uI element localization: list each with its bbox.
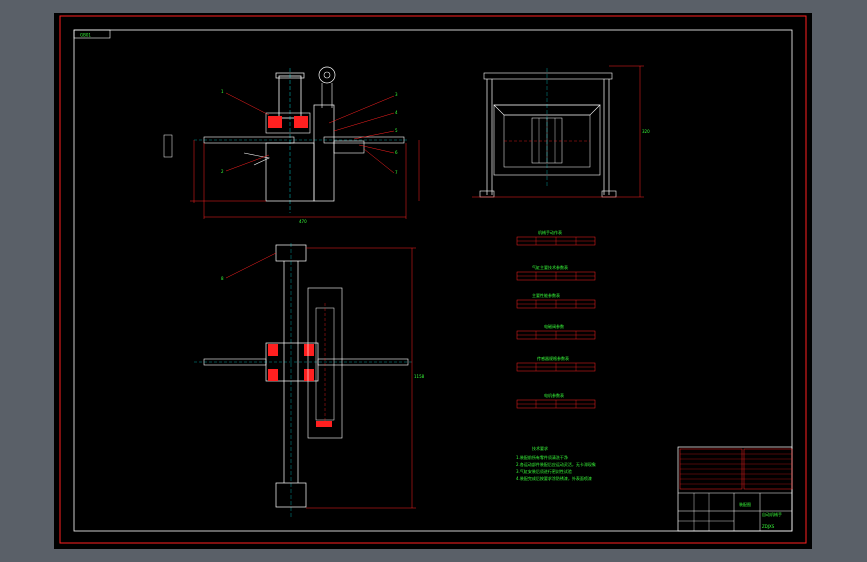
- drawing-number: ZDJXS: [762, 524, 775, 529]
- svg-text:传感器规格参数表: 传感器规格参数表: [537, 355, 569, 361]
- note-1: 1.装配前所有零件须清洗干净: [516, 454, 568, 460]
- callout-3: 3: [395, 92, 398, 97]
- note-2: 2.各运动部件装配后应运动灵活，无卡滞现象: [516, 461, 596, 467]
- dimension-length: 1158: [414, 374, 425, 379]
- svg-text:电磁阀参数: 电磁阀参数: [544, 323, 564, 329]
- inner-border: [73, 29, 793, 532]
- title-block: 装配图 自动机械手 ZDJXS: [677, 446, 793, 532]
- table-1: 机械手动作表: [516, 229, 596, 246]
- title-block-product: 自动机械手: [762, 511, 782, 517]
- svg-text:气缸主要技术参数表: 气缸主要技术参数表: [532, 264, 568, 270]
- table-4: 电磁阀参数: [516, 323, 596, 340]
- top-view: 8 1158: [194, 243, 425, 518]
- callout-6: 6: [395, 150, 398, 155]
- dimension-height: 320: [642, 129, 650, 134]
- cad-drawing: GB01 1 2 3 4 5 6 7 470 320 8 1158 机械手动作表…: [59, 15, 807, 544]
- svg-text:机械手动作表: 机械手动作表: [538, 229, 562, 235]
- note-4: 4.装配完成后按要求涂防锈漆，外表面喷漆: [516, 475, 592, 481]
- callout-4: 4: [395, 110, 398, 115]
- dimension-width: 470: [299, 219, 307, 224]
- table-5: 传感器规格参数表: [516, 355, 596, 372]
- table-3: 主要性能参数表: [516, 292, 596, 309]
- parameter-tables: 机械手动作表 气缸主要技术参数表 主要性能参数表 电磁阀参数 传感器规格参数表 …: [516, 229, 596, 409]
- callout-7: 7: [395, 170, 398, 175]
- callout-1: 1: [221, 89, 224, 94]
- svg-text:电机参数表: 电机参数表: [544, 392, 564, 398]
- callout-2: 2: [221, 169, 224, 174]
- technical-notes: 技术要求 1.装配前所有零件须清洗干净 2.各运动部件装配后应运动灵活，无卡滞现…: [516, 445, 596, 481]
- title-block-name: 装配图: [739, 501, 751, 507]
- notes-title: 技术要求: [532, 445, 548, 451]
- table-6: 电机参数表: [516, 392, 596, 409]
- svg-text:主要性能参数表: 主要性能参数表: [532, 292, 560, 298]
- side-view: 320: [472, 65, 650, 198]
- table-2: 气缸主要技术参数表: [516, 264, 596, 281]
- front-view: 1 2 3 4 5 6 7 470: [163, 66, 420, 224]
- callout-8: 8: [221, 276, 224, 281]
- callout-5: 5: [395, 128, 398, 133]
- sheet-tag: GB01: [80, 33, 91, 38]
- drawing-viewport[interactable]: GB01 1 2 3 4 5 6 7 470 320 8 1158 机械手动作表…: [54, 13, 812, 549]
- hatch-block-left: [268, 116, 282, 128]
- note-3: 3.气缸安装后须进行密封性试验: [516, 468, 572, 474]
- hatch-block-right: [294, 116, 308, 128]
